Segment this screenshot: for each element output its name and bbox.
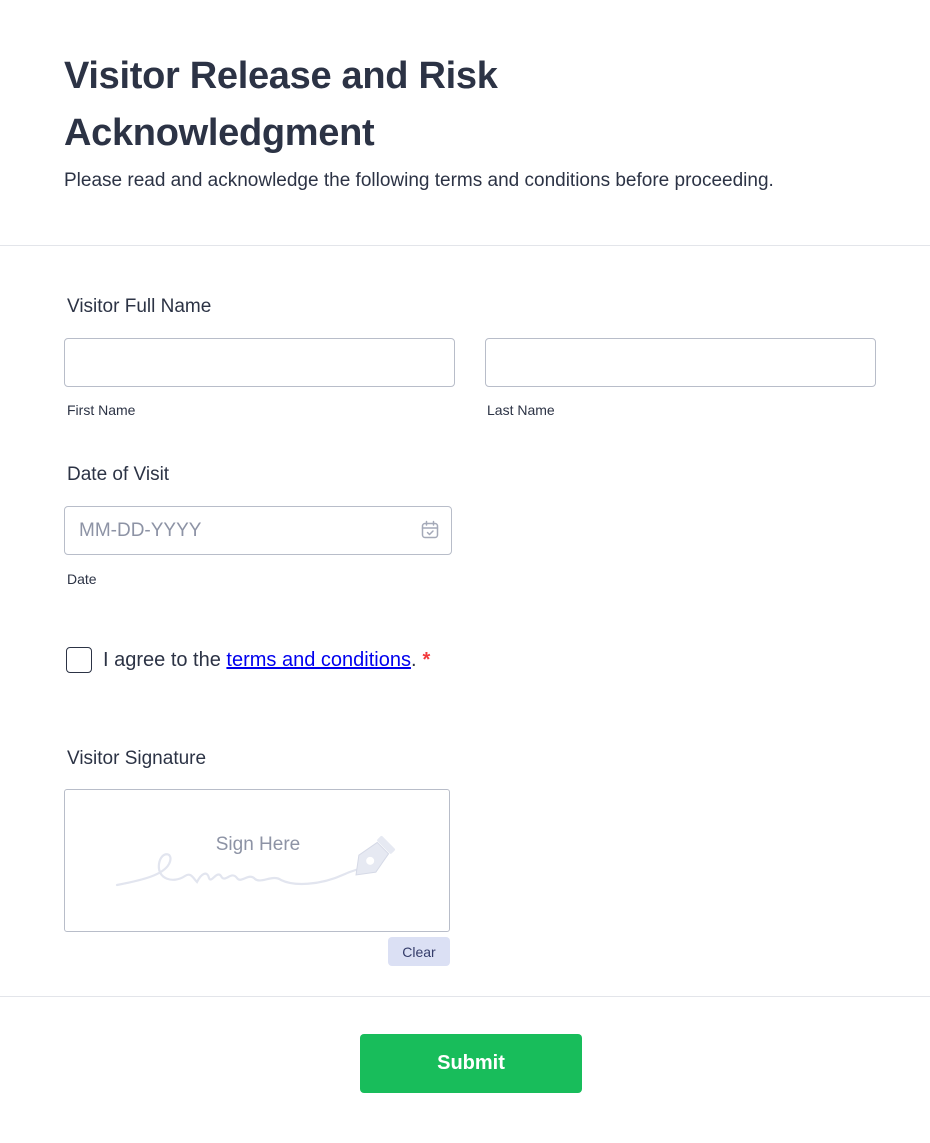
signature-hint: Sign Here [215,834,301,855]
signature-pad[interactable]: Sign Here [64,789,450,932]
terms-link[interactable]: terms and conditions [226,649,411,671]
terms-prefix: I agree to the [103,649,227,671]
form-header: Visitor Release and Risk Acknowledgment … [0,0,930,246]
terms-checkbox[interactable] [66,647,92,673]
terms-suffix: . [410,649,417,671]
first-name-sublabel: First Name [67,402,136,418]
date-input[interactable] [64,506,452,555]
last-name-sublabel: Last Name [487,402,555,418]
clear-signature-button[interactable]: Clear [388,937,450,966]
terms-label: I agree to the terms and conditions. * [103,647,430,673]
last-name-input[interactable] [485,338,876,387]
first-name-input[interactable] [64,338,455,387]
full-name-label: Visitor Full Name [67,296,212,317]
required-asterisk: * [422,649,431,671]
form-title: Visitor Release and Risk Acknowledgment [64,55,498,154]
calendar-icon[interactable] [420,520,440,540]
form-subtitle: Please read and acknowledge the followin… [64,170,774,191]
signature-label: Visitor Signature [67,748,207,769]
submit-button[interactable]: Submit [360,1034,582,1093]
date-label: Date of Visit [67,464,170,485]
date-field [64,506,452,555]
date-sublabel: Date [67,571,97,587]
